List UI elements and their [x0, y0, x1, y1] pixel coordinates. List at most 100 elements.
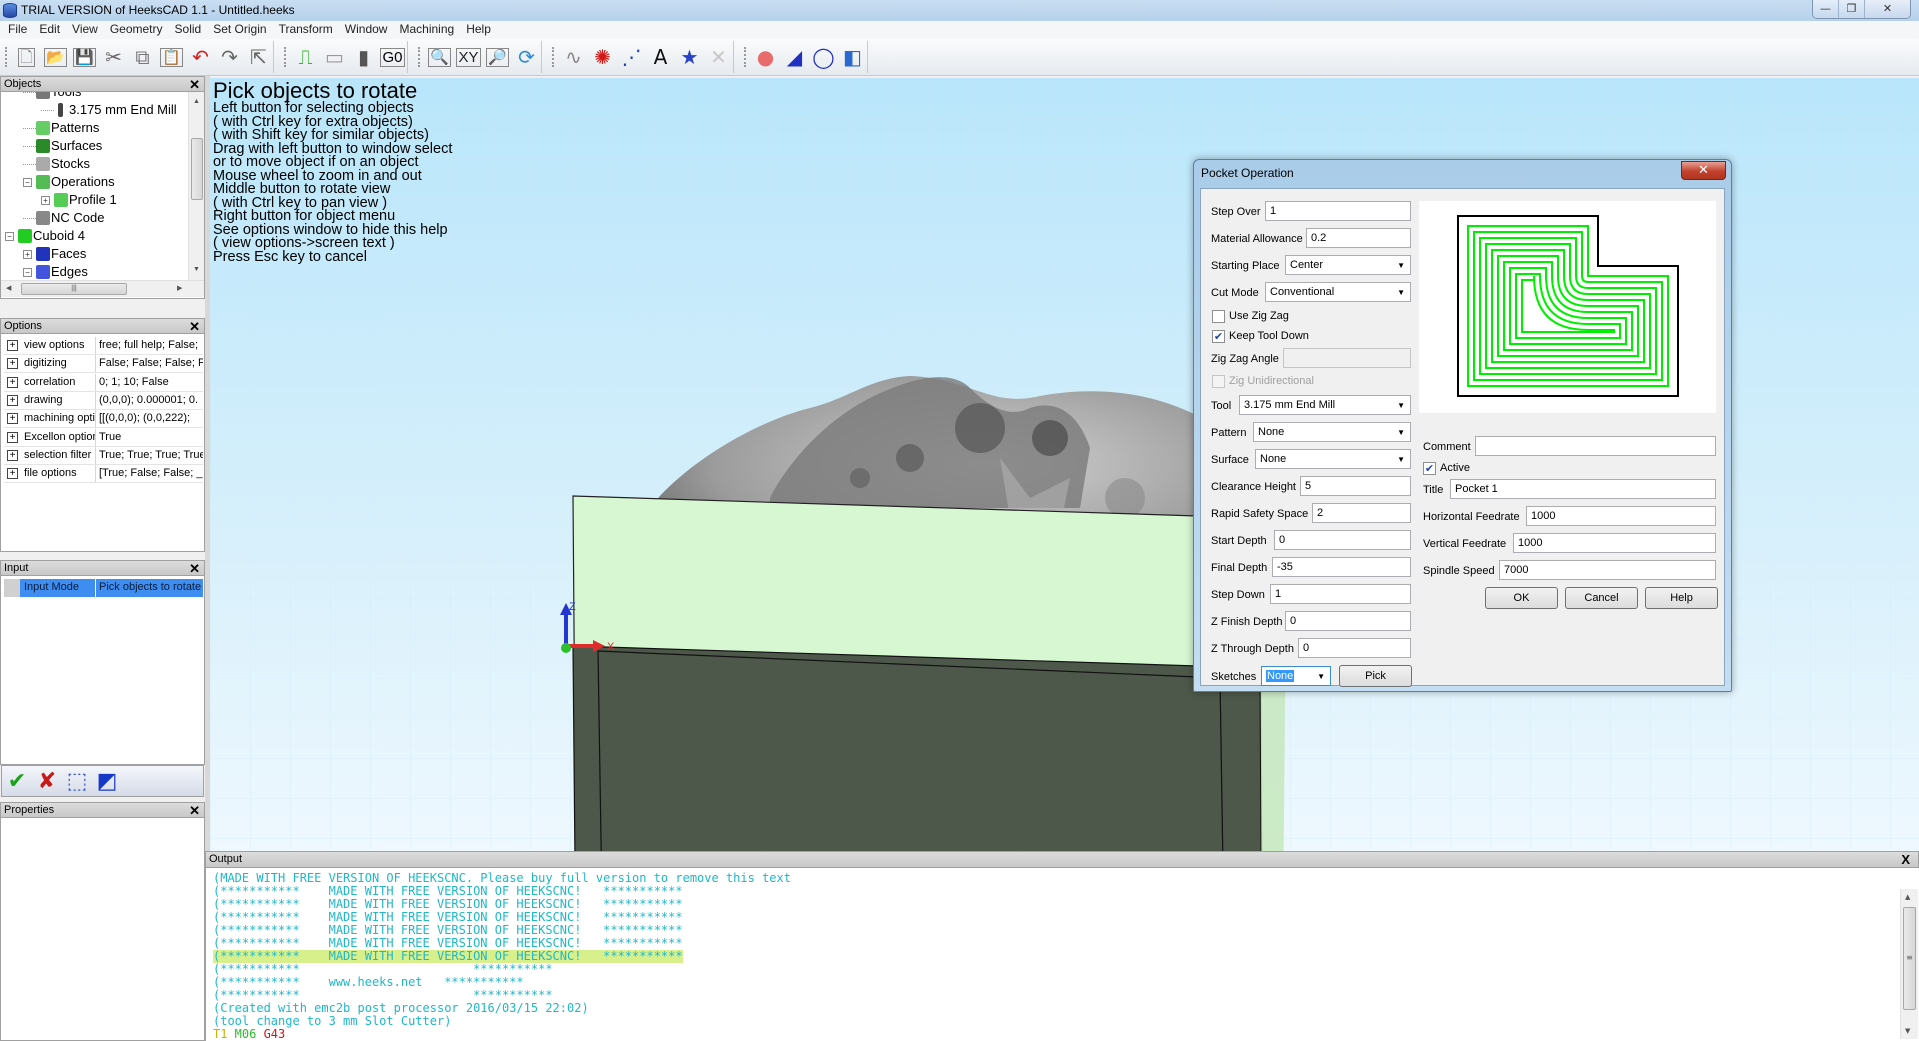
open-folder-button[interactable]: 📂 [41, 43, 70, 72]
option-row-excellon-options[interactable]: + Excellon optionsTrue [4, 428, 203, 447]
magic-button[interactable]: ★ [675, 43, 704, 72]
expand-icon[interactable]: + [7, 413, 18, 425]
menu-geometry[interactable]: Geometry [105, 21, 170, 39]
cancel-button[interactable]: Cancel [1565, 587, 1638, 609]
final-depth-input[interactable]: -35 [1272, 557, 1411, 577]
use-zig-zag-checkbox[interactable] [1212, 310, 1225, 323]
output-text[interactable]: (MADE WITH FREE VERSION OF HEEKSCNC. Ple… [205, 868, 1919, 1041]
pick-button[interactable]: Pick [1339, 665, 1412, 687]
spindle-speed-input[interactable]: 7000 [1499, 560, 1716, 580]
vertical-feedrate-input[interactable]: 1000 [1513, 533, 1716, 553]
cuboid-4[interactable] [572, 495, 1287, 851]
scrollbar-thumb[interactable] [191, 138, 203, 200]
tree-item-cuboid-4[interactable]: − Cuboid 4 [5, 227, 85, 245]
zig-unidirectional-checkbox[interactable] [1212, 375, 1225, 388]
zig-zag-angle-input[interactable] [1283, 348, 1411, 368]
cut-mode-select[interactable]: Conventional [1265, 282, 1411, 302]
tree-item-patterns[interactable]: Patterns [23, 119, 99, 137]
spline-button[interactable]: ∿ [559, 43, 588, 72]
option-row-correlation[interactable]: + correlation 0; 1; 10; False [4, 373, 203, 392]
pocket-operation-button[interactable]: ▭ [320, 43, 349, 72]
help-button[interactable]: Help [1645, 587, 1718, 609]
horizontal-feedrate-input[interactable]: 1000 [1526, 506, 1716, 526]
tool-button[interactable]: ▮ [349, 43, 378, 72]
option-row-machining-options[interactable]: + machining options[[(0,0,0); (0,0,222); [4, 410, 203, 429]
starting-place-select[interactable]: Center [1285, 255, 1411, 275]
cut-button[interactable]: ✂ [99, 43, 128, 72]
cube-extrude-button[interactable]: ◧ [838, 43, 867, 72]
clearance-height-input[interactable]: 5 [1300, 476, 1411, 496]
option-value[interactable]: True; True; True; True [96, 447, 203, 464]
ok-button[interactable]: OK [1485, 587, 1558, 609]
option-row-digitizing[interactable]: + digitizingFalse; False; False; False [4, 355, 203, 374]
undo-button[interactable]: ↶ [186, 43, 215, 72]
expand-icon[interactable]: + [7, 431, 18, 443]
gcode-button[interactable]: G0 [378, 43, 407, 72]
zoom-window-button[interactable]: 🔍 [425, 43, 454, 72]
menu-file[interactable]: File [3, 21, 34, 39]
step-over-input[interactable]: 1 [1265, 201, 1411, 221]
menu-transform[interactable]: Transform [274, 21, 340, 39]
objects-panel-close-icon[interactable]: ✕ [189, 77, 200, 93]
option-value[interactable]: free; full help; False; [96, 337, 203, 354]
title-input[interactable]: Pocket 1 [1450, 479, 1716, 499]
menu-set-origin[interactable]: Set Origin [208, 21, 273, 39]
expand-icon[interactable]: + [41, 195, 50, 205]
restore-button[interactable]: ❐ [1839, 0, 1865, 18]
select-pointer-button[interactable]: ⇱ [244, 43, 273, 72]
new-file-button[interactable]: 🗋 [12, 43, 41, 72]
expand-icon[interactable]: + [7, 340, 18, 351]
sketches-select[interactable]: None [1261, 666, 1331, 686]
tree-item-3-175-mm-end-mill[interactable]: 3.175 mm End Mill [41, 101, 177, 119]
input-panel-close-icon[interactable]: ✕ [189, 561, 200, 577]
collapse-icon[interactable]: − [5, 231, 14, 241]
tree-item-surfaces[interactable]: Surfaces [23, 137, 102, 155]
tree-item-edges[interactable]: − Edges [23, 263, 88, 281]
surface-select[interactable]: None [1255, 449, 1411, 469]
dialog-close-button[interactable]: ✕ [1681, 161, 1726, 180]
text-button[interactable]: A [646, 43, 675, 72]
step-down-input[interactable]: 1 [1270, 584, 1411, 604]
start-depth-input[interactable]: 0 [1274, 530, 1411, 550]
tree-item-nc-code[interactable]: NC Code [23, 209, 104, 227]
option-row-selection-filter[interactable]: + selection filter True; True; True; True [4, 446, 203, 465]
expand-icon[interactable]: + [7, 358, 18, 370]
output-panel-close-icon[interactable]: X [1901, 852, 1910, 867]
option-row-drawing[interactable]: + drawing (0,0,0); 0.000001; 0. [4, 391, 203, 410]
cancel-icon[interactable]: ✘ [36, 769, 58, 794]
tree-item-stocks[interactable]: Stocks [23, 155, 90, 173]
input-mode-row[interactable]: Input Mode Pick objects to rotate [4, 579, 203, 597]
active-checkbox[interactable]: ✔ [1423, 462, 1436, 475]
tree-item-operations[interactable]: − Operations [23, 173, 115, 191]
options-panel-close-icon[interactable]: ✕ [189, 319, 200, 335]
z-finish-depth-input[interactable]: 0 [1285, 611, 1411, 631]
copy-button[interactable]: ⧉ [128, 43, 157, 72]
properties-panel-close-icon[interactable]: ✕ [189, 803, 200, 819]
objects-tree-hscrollbar[interactable]: ◀ ||| ▶ [1, 280, 204, 297]
z-through-depth-input[interactable]: 0 [1298, 638, 1411, 658]
sphere-button[interactable]: ● [751, 43, 780, 72]
material-allowance-input[interactable]: 0.2 [1306, 228, 1411, 248]
option-value[interactable]: True [96, 429, 203, 446]
objects-tree-scrollbar[interactable]: ▲ ▼ [188, 92, 204, 280]
delete-button[interactable]: ✕ [704, 43, 733, 72]
expand-icon[interactable]: + [7, 468, 18, 480]
option-value[interactable]: (0,0,0); 0.000001; 0. [96, 392, 203, 409]
cylinder-button[interactable]: ◯ [809, 43, 838, 72]
collapse-icon[interactable]: − [23, 267, 32, 277]
option-row-view-options[interactable]: + view options free; full help; False; [4, 337, 203, 355]
accept-icon[interactable]: ✔ [6, 769, 28, 794]
tree-item-faces[interactable]: + Faces [23, 245, 86, 263]
line-points-button[interactable]: ⋰ [617, 43, 646, 72]
cone-button[interactable]: ◢ [780, 43, 809, 72]
menu-help[interactable]: Help [461, 21, 498, 39]
expand-icon[interactable]: + [23, 249, 32, 259]
select-all-icon[interactable]: ◩ [96, 769, 118, 794]
save-button[interactable]: 💾 [70, 43, 99, 72]
expand-icon[interactable]: + [7, 376, 18, 388]
option-value[interactable]: 0; 1; 10; False [96, 374, 203, 391]
paste-button[interactable]: 📋 [157, 43, 186, 72]
comment-input[interactable] [1475, 436, 1716, 456]
expand-icon[interactable]: + [7, 394, 18, 406]
profile-operation-button[interactable]: ⎍ [291, 43, 320, 72]
